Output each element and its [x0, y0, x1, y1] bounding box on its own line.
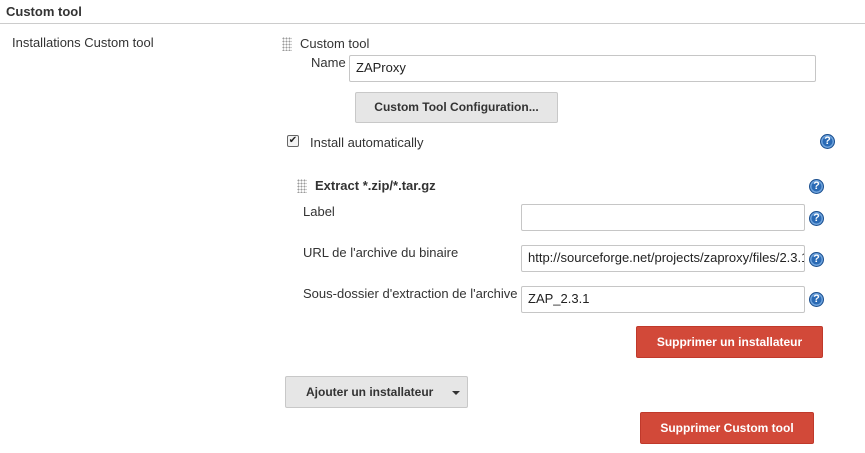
help-icon[interactable]: ? — [809, 252, 824, 267]
drag-handle-icon[interactable] — [297, 179, 307, 193]
drag-handle-icon[interactable] — [282, 37, 292, 51]
label-field-label: Label — [303, 204, 335, 219]
help-icon[interactable]: ? — [809, 292, 824, 307]
label-field[interactable] — [521, 204, 805, 231]
caret-down-icon — [452, 391, 460, 395]
delete-installer-button[interactable]: Supprimer un installateur — [636, 326, 823, 358]
url-field[interactable]: http://sourceforge.net/projects/zaproxy/… — [521, 245, 805, 272]
delete-custom-tool-button[interactable]: Supprimer Custom tool — [640, 412, 814, 444]
install-automatically-checkbox[interactable]: ✔ — [287, 135, 299, 147]
custom-tool-configuration-button[interactable]: Custom Tool Configuration... — [355, 92, 558, 123]
section-title: Custom tool — [6, 4, 82, 19]
subdir-label: Sous-dossier d'extraction de l'archive — [303, 286, 518, 301]
installer-header: Extract *.zip/*.tar.gz — [315, 178, 436, 193]
help-icon[interactable]: ? — [809, 179, 824, 194]
section-divider — [0, 23, 865, 24]
help-icon[interactable]: ? — [809, 211, 824, 226]
url-label: URL de l'archive du binaire — [303, 245, 459, 260]
help-icon[interactable]: ? — [820, 134, 835, 149]
subdir-field[interactable]: ZAP_2.3.1 — [521, 286, 805, 313]
name-label: Name — [311, 55, 346, 70]
install-automatically-label: Install automatically — [310, 135, 424, 150]
checkmark-icon: ✔ — [288, 135, 298, 146]
add-installer-button[interactable]: Ajouter un installateur — [285, 376, 468, 408]
name-field[interactable]: ZAProxy — [349, 55, 816, 82]
add-installer-label: Ajouter un installateur — [306, 385, 434, 399]
installations-label: Installations Custom tool — [12, 35, 154, 50]
tool-header: Custom tool — [300, 36, 370, 51]
